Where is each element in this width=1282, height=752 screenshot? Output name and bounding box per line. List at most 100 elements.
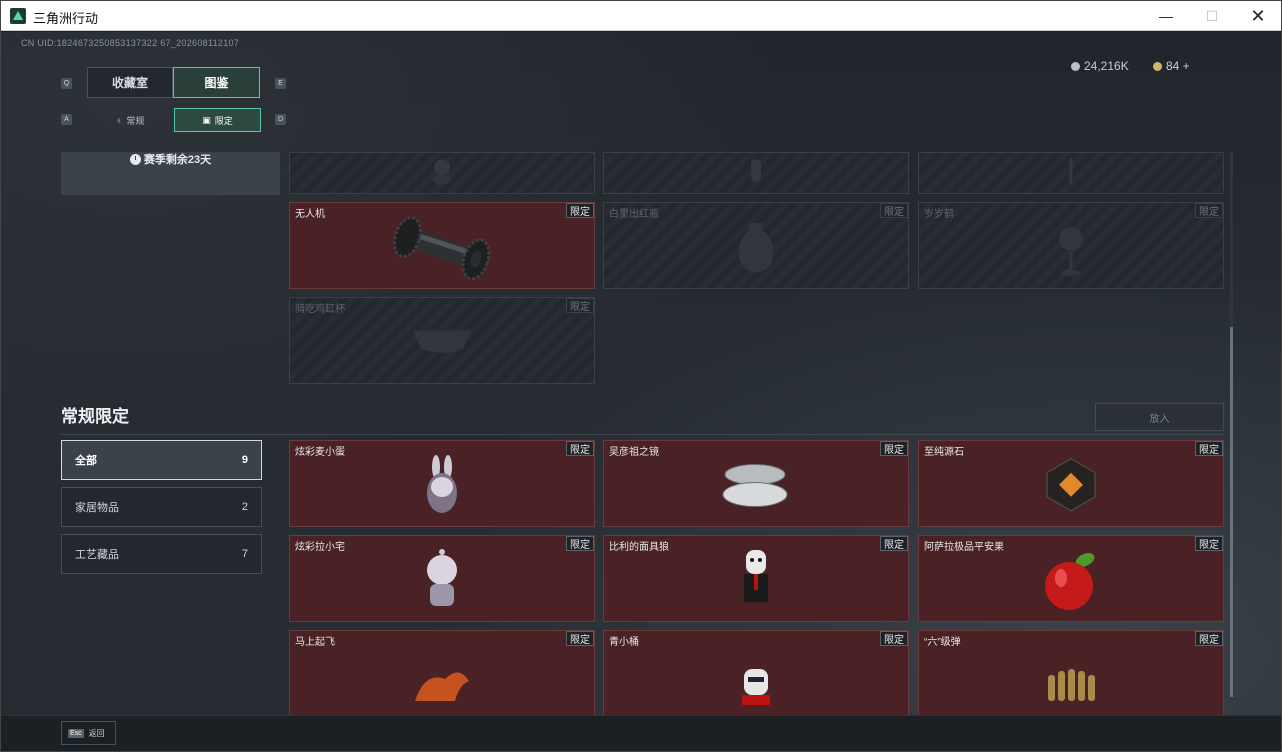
section-title: 常规限定 [61, 407, 129, 426]
scrollbar-thumb[interactable] [1230, 327, 1233, 697]
gold-amount: 84 + [1166, 59, 1190, 73]
silver-amount: 24,216K [1084, 59, 1129, 73]
back-label: 返回 [88, 728, 105, 738]
app-logo-icon [10, 8, 26, 24]
limited-badge: 限定 [1195, 536, 1223, 551]
filter-crafts[interactable]: 工艺藏品 7 [61, 534, 262, 574]
clock-icon [129, 153, 141, 165]
limited-badge: 限定 [566, 441, 594, 456]
tab-collection-room[interactable]: 收藏室 [87, 67, 173, 98]
collectible-card[interactable]: 马上起飞 限定 [289, 630, 595, 717]
collectible-card[interactable]: 炫彩拉小宅 限定 [289, 535, 595, 622]
item-name: 白里出红瓶 [609, 209, 659, 220]
limited-item-card[interactable] [603, 152, 909, 194]
collectible-card[interactable]: 至纯源石 限定 [918, 440, 1224, 527]
collectible-card[interactable]: 阿萨拉极品平安果 限定 [918, 535, 1224, 622]
limited-badge: 限定 [880, 203, 908, 218]
key-hint-d: D [275, 114, 286, 125]
item-name: 炫彩拉小宅 [295, 542, 345, 553]
scrollbar[interactable] [1230, 152, 1233, 697]
item-name: 吴彦祖之镜 [609, 447, 659, 458]
app-window: 三角洲行动 — ☐ ✕ CN UID:1824673250853137322 6… [0, 0, 1282, 752]
gold-currency[interactable]: 84 + [1153, 59, 1190, 73]
item-name: 无人机 [295, 209, 325, 220]
bullet-hand-art-icon [1036, 665, 1106, 710]
collectible-card[interactable]: “六”级弹 限定 [918, 630, 1224, 717]
collectible-card[interactable]: 青小桶 限定 [603, 630, 909, 717]
item-name: 岁岁鹤 [924, 209, 954, 220]
filter-count: 2 [241, 501, 248, 513]
gold-coin-icon [1153, 61, 1162, 71]
put-in-button[interactable]: 放入 [1095, 403, 1224, 431]
filter-label: 家居物品 [75, 502, 119, 514]
tab-label: 图鉴 [204, 76, 229, 90]
limited-badge: 限定 [1195, 203, 1223, 218]
game-viewport: CN UID:1824673250853137322 67_2026081121… [1, 32, 1281, 751]
close-button[interactable]: ✕ [1235, 1, 1281, 31]
horse-statue-art-icon [407, 665, 477, 710]
key-hint-a: A [61, 114, 72, 125]
collectible-card[interactable]: 吴彦祖之镜 限定 [603, 440, 909, 527]
filter-all[interactable]: 全部 9 [61, 440, 262, 480]
limited-item-card[interactable] [289, 152, 595, 194]
vase-art-icon [731, 216, 781, 281]
subtab-label: 限定 [214, 115, 233, 126]
subtab-label: 常规 [126, 115, 145, 126]
limited-badge: 限定 [1195, 441, 1223, 456]
limited-badge: 限定 [566, 631, 594, 646]
figurine-art-icon [422, 547, 462, 616]
back-button[interactable]: Esc 返回 [61, 721, 116, 745]
bunny-egg-art-icon [422, 452, 462, 521]
limited-item-card[interactable]: 岁岁鹤 限定 [918, 202, 1224, 289]
subtab-limited[interactable]: ▣ 限定 [174, 108, 261, 132]
limited-item-card[interactable]: 骑吃鸡缸杯 限定 [289, 297, 595, 384]
minimize-button[interactable]: — [1143, 1, 1189, 31]
season-label: 赛季剩余23天 [143, 154, 212, 166]
stand-art-icon [1056, 156, 1086, 191]
filter-count: 7 [241, 548, 248, 560]
filter-label: 工艺藏品 [75, 549, 119, 561]
silver-currency: 24,216K [1071, 59, 1129, 73]
limited-item-card[interactable]: 白里出红瓶 限定 [603, 202, 909, 289]
frame-icon: ▣ [202, 114, 211, 125]
bottom-bar [1, 715, 1281, 751]
filter-count: 9 [241, 454, 248, 466]
drone-art-icon [384, 212, 500, 287]
item-name: 至纯源石 [924, 447, 964, 458]
esc-key-hint: Esc [68, 728, 84, 738]
maximize-button[interactable]: ☐ [1189, 1, 1235, 31]
collectible-card[interactable]: 比利的面具狼 限定 [603, 535, 909, 622]
section-divider [61, 434, 1224, 435]
cup-art-icon [407, 320, 477, 365]
item-name: “六”级弹 [924, 637, 961, 648]
filter-household[interactable]: 家居物品 2 [61, 487, 262, 527]
key-hint-e: E [275, 78, 286, 89]
window-title: 三角洲行动 [33, 11, 99, 26]
limited-item-card[interactable] [918, 152, 1224, 194]
tab-catalog[interactable]: 图鉴 [173, 67, 260, 98]
crane-art-icon [1046, 216, 1096, 281]
subtab-regular[interactable]: ♁ 常规 [87, 108, 173, 132]
item-name: 比利的面具狼 [609, 542, 669, 553]
apple-art-icon [1039, 547, 1103, 616]
silver-coin-icon [1071, 61, 1080, 71]
limited-badge: 限定 [566, 536, 594, 551]
key-hint-q: Q [61, 78, 72, 89]
title-bar: 三角洲行动 — ☐ ✕ [1, 1, 1281, 31]
limited-badge: 限定 [566, 298, 594, 313]
item-name: 青小桶 [609, 637, 639, 648]
filter-label: 全部 [75, 455, 97, 467]
item-name: 炫彩麦小蛋 [295, 447, 345, 458]
compact-mirror-art-icon [721, 456, 791, 517]
item-name: 阿萨拉极品平安果 [924, 542, 1004, 553]
limited-item-card[interactable]: 无人机 限定 [289, 202, 595, 289]
source-stone-art-icon [1041, 454, 1101, 519]
flame-icon: ♁ [115, 115, 123, 125]
bucket-figure-art-icon [736, 665, 776, 710]
mask-doll-art-icon [736, 547, 776, 616]
collectible-card[interactable]: 炫彩麦小蛋 限定 [289, 440, 595, 527]
limited-badge: 限定 [880, 441, 908, 456]
plush-art-icon [427, 156, 457, 191]
limited-badge: 限定 [880, 536, 908, 551]
tab-label: 收藏室 [111, 76, 148, 90]
